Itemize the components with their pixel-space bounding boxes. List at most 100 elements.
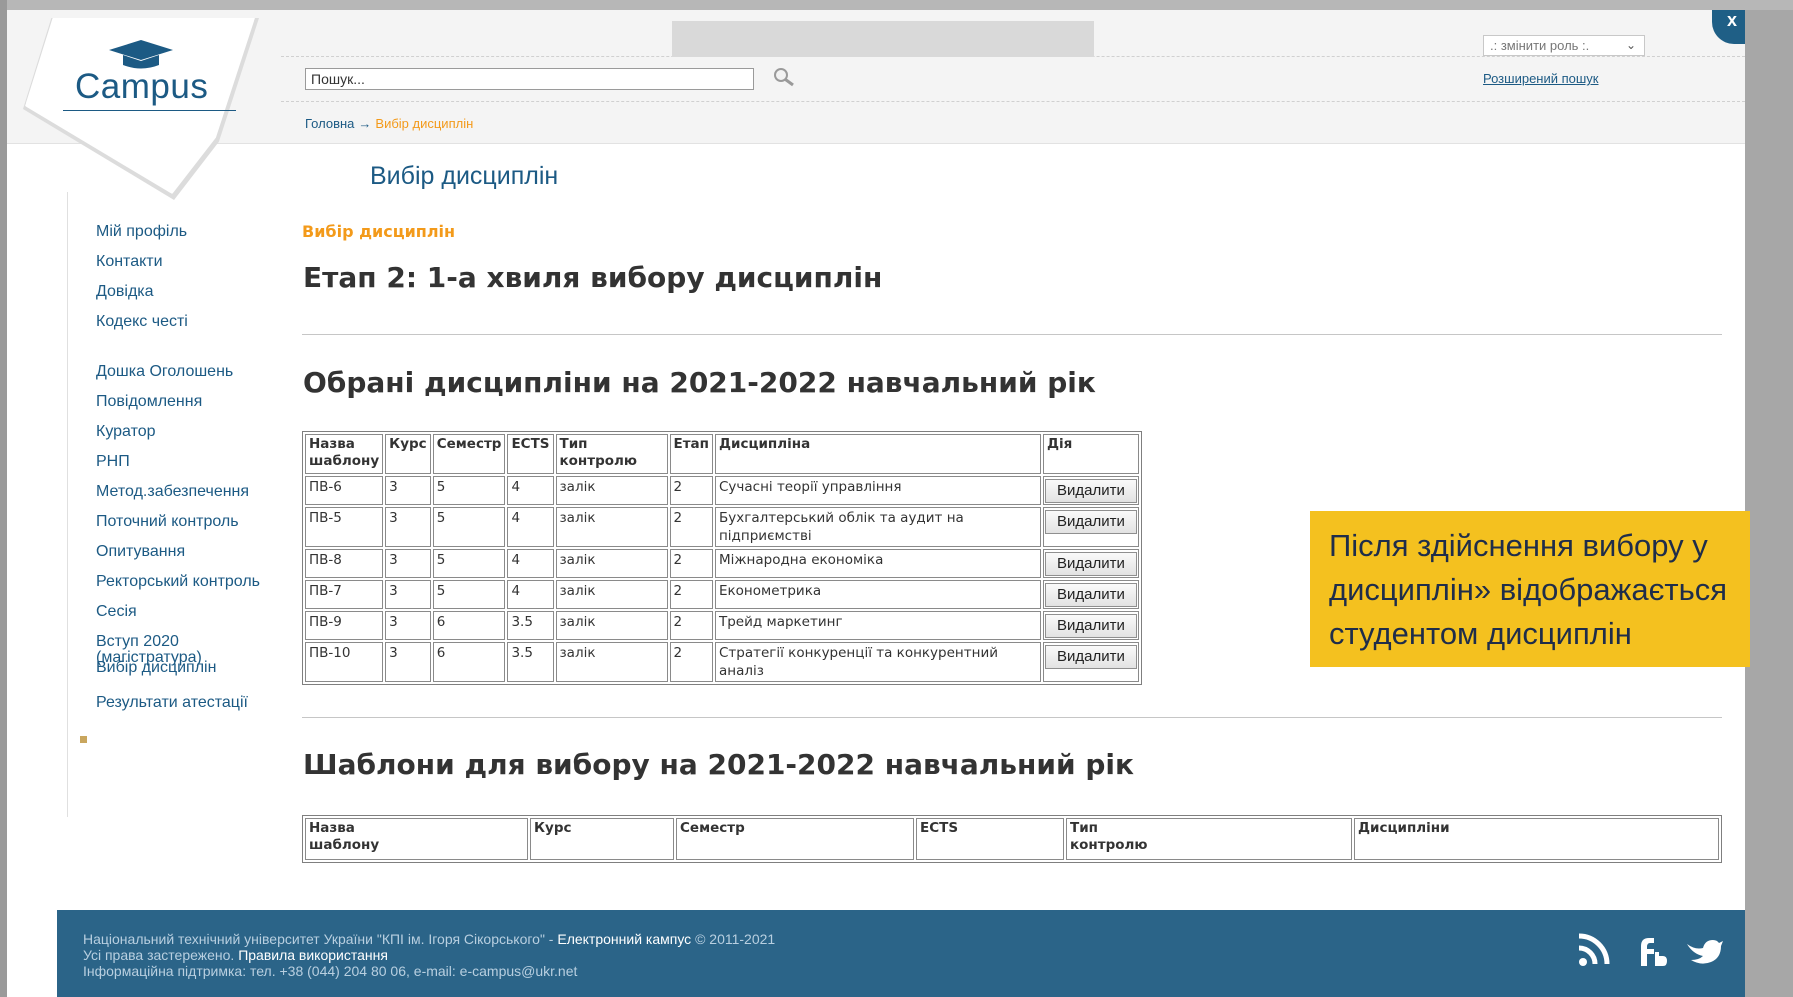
cell-template: ПВ-5 bbox=[305, 507, 384, 547]
table-row: ПВ-6 3 5 4 залік 2 Сучасні теорії управл… bbox=[305, 476, 1139, 505]
annotation-text: Після здійснення вибору у дисциплін» від… bbox=[1329, 524, 1727, 656]
col-semester: Семестр bbox=[676, 818, 914, 860]
col-course: Курс bbox=[385, 434, 431, 474]
cell-discipline: Трейд маркетинг bbox=[714, 611, 1041, 640]
role-select-value: .: змінити роль :. bbox=[1490, 38, 1590, 53]
sidebar: Мій профіль Контакти Довідка Кодекс чест… bbox=[96, 222, 276, 723]
sidebar-item-rnp[interactable]: РНП bbox=[96, 452, 276, 471]
cell-ects: 4 bbox=[507, 580, 554, 609]
cell-course: 3 bbox=[385, 476, 431, 505]
logo-text[interactable]: Campus bbox=[75, 67, 208, 107]
stage-heading: Етап 2: 1-а хвиля вибору дисциплін bbox=[303, 261, 883, 294]
cell-control: залік bbox=[555, 611, 668, 640]
footer-line-2: Усі права застережено. Правила використа… bbox=[83, 947, 775, 963]
cell-semester: 6 bbox=[432, 642, 506, 682]
sidebar-item-messages[interactable]: Повідомлення bbox=[96, 392, 276, 411]
sidebar-item-honor-code[interactable]: Кодекс честі bbox=[96, 312, 276, 331]
cell-ects: 4 bbox=[507, 507, 554, 547]
cell-course: 3 bbox=[385, 507, 431, 547]
sidebar-item-current-control[interactable]: Поточний контроль bbox=[96, 512, 276, 531]
table-row: ПВ-10 3 6 3.5 залік 2 Стратегії конкурен… bbox=[305, 642, 1139, 682]
sidebar-item-methodical[interactable]: Метод.забезпечення bbox=[96, 482, 276, 501]
col-template-l2: шаблону bbox=[309, 453, 380, 469]
footer-line-1: Національний технічний університет Украї… bbox=[83, 931, 775, 947]
search-icon[interactable] bbox=[773, 67, 795, 89]
cell-discipline: Стратегії конкуренції та конкурентний ан… bbox=[714, 642, 1041, 682]
footer-campus-link[interactable]: Електронний кампус bbox=[557, 931, 691, 947]
rss-icon[interactable] bbox=[1578, 933, 1610, 966]
delete-button[interactable]: Видалити bbox=[1044, 479, 1137, 503]
cell-discipline: Міжнародна економіка bbox=[714, 549, 1041, 578]
footer-rights: Усі права застережено. bbox=[83, 947, 239, 963]
cell-semester: 5 bbox=[432, 580, 506, 609]
footer-support: Інформаційна підтримка: тел. +38 (044) 2… bbox=[83, 963, 578, 979]
campus-page: Campus .: змінити роль :. ⌄ Розширений п… bbox=[7, 10, 1745, 997]
templates-table: Назва шаблону Курс Семестр ECTS Тип контро… bbox=[302, 815, 1722, 863]
sidebar-item-contacts[interactable]: Контакти bbox=[96, 252, 276, 271]
chosen-disciplines-table: Назва шаблону Курс Семестр ECTS Тип контр… bbox=[302, 431, 1142, 685]
sidebar-item-attestation[interactable]: Результати атестації bbox=[96, 693, 276, 712]
cell-control: залік bbox=[555, 507, 668, 547]
col-template-l2: шаблону bbox=[309, 837, 380, 853]
col-course: Курс bbox=[530, 818, 674, 860]
header-divider bbox=[281, 101, 1745, 102]
col-control-l1: Тип bbox=[1070, 820, 1098, 836]
cell-discipline: Економетрика bbox=[714, 580, 1041, 609]
cell-course: 3 bbox=[385, 580, 431, 609]
advanced-search-link[interactable]: Розширений пошук bbox=[1483, 71, 1599, 86]
cell-ects: 3.5 bbox=[507, 642, 554, 682]
cell-stage: 2 bbox=[669, 611, 713, 640]
cell-control: залік bbox=[555, 549, 668, 578]
cell-action: Видалити bbox=[1042, 642, 1139, 682]
delete-button[interactable]: Видалити bbox=[1044, 552, 1137, 576]
sidebar-item-curator[interactable]: Куратор bbox=[96, 422, 276, 441]
breadcrumb-home[interactable]: Головна bbox=[305, 116, 354, 131]
templates-heading: Шаблони для вибору на 2021-2022 навчальн… bbox=[303, 748, 1134, 781]
table-row: ПВ-8 3 5 4 залік 2 Міжнародна економіка … bbox=[305, 549, 1139, 578]
col-control: Тип контролю bbox=[555, 434, 668, 474]
page-title: Вибір дисциплін bbox=[370, 162, 559, 190]
table-row: ПВ-5 3 5 4 залік 2 Бухгалтерський облік … bbox=[305, 507, 1139, 547]
sidebar-item-profile[interactable]: Мій профіль bbox=[96, 222, 276, 241]
sidebar-item-rector-control[interactable]: Ректорський контроль bbox=[96, 572, 276, 591]
breadcrumb: Головна → Вибір дисциплін bbox=[305, 116, 473, 131]
cell-control: залік bbox=[555, 476, 668, 505]
sidebar-item-help[interactable]: Довідка bbox=[96, 282, 276, 301]
table-row: ПВ-7 3 5 4 залік 2 Економетрика Видалити bbox=[305, 580, 1139, 609]
annotation-line-3: студентом дисциплін bbox=[1329, 616, 1632, 651]
divider bbox=[302, 717, 1722, 718]
twitter-icon[interactable] bbox=[1687, 940, 1723, 964]
sidebar-item-discipline-choice[interactable]: Вибір дисциплін bbox=[96, 660, 276, 676]
cell-template: ПВ-7 bbox=[305, 580, 384, 609]
role-select[interactable]: .: змінити роль :. ⌄ bbox=[1483, 35, 1645, 56]
chevron-down-icon: ⌄ bbox=[1625, 38, 1636, 52]
table-header-row: Назва шаблону Курс Семестр ECTS Тип контр… bbox=[305, 434, 1139, 474]
section-label: Вибір дисциплін bbox=[302, 222, 456, 241]
sidebar-item-surveys[interactable]: Опитування bbox=[96, 542, 276, 561]
breadcrumb-current: Вибір дисциплін bbox=[375, 116, 474, 131]
col-template-l1: Назва bbox=[309, 820, 355, 836]
delete-button[interactable]: Видалити bbox=[1044, 614, 1137, 638]
search-input[interactable] bbox=[305, 68, 754, 90]
cell-stage: 2 bbox=[669, 580, 713, 609]
delete-button[interactable]: Видалити bbox=[1044, 583, 1137, 607]
sidebar-item-board[interactable]: Дошка Оголошень bbox=[96, 362, 276, 381]
delete-button[interactable]: Видалити bbox=[1044, 645, 1137, 669]
logo-underline bbox=[63, 110, 236, 111]
table-header-row: Назва шаблону Курс Семестр ECTS Тип контро… bbox=[305, 818, 1719, 860]
annotation-line-2: дисциплін» відображається bbox=[1329, 572, 1728, 607]
cell-stage: 2 bbox=[669, 549, 713, 578]
divider bbox=[302, 334, 1722, 335]
cell-ects: 3.5 bbox=[507, 611, 554, 640]
cell-course: 3 bbox=[385, 611, 431, 640]
table-row: ПВ-9 3 6 3.5 залік 2 Трейд маркетинг Вид… bbox=[305, 611, 1139, 640]
footer-rules-link[interactable]: Правила використання bbox=[238, 947, 388, 963]
delete-button[interactable]: Видалити bbox=[1044, 510, 1137, 534]
cell-control: залік bbox=[555, 580, 668, 609]
col-action: Дія bbox=[1042, 434, 1139, 474]
cell-ects: 4 bbox=[507, 476, 554, 505]
sidebar-item-session[interactable]: Сесія bbox=[96, 602, 276, 621]
facebook-icon[interactable] bbox=[1641, 938, 1667, 966]
col-control: Тип контролю bbox=[1066, 818, 1352, 860]
